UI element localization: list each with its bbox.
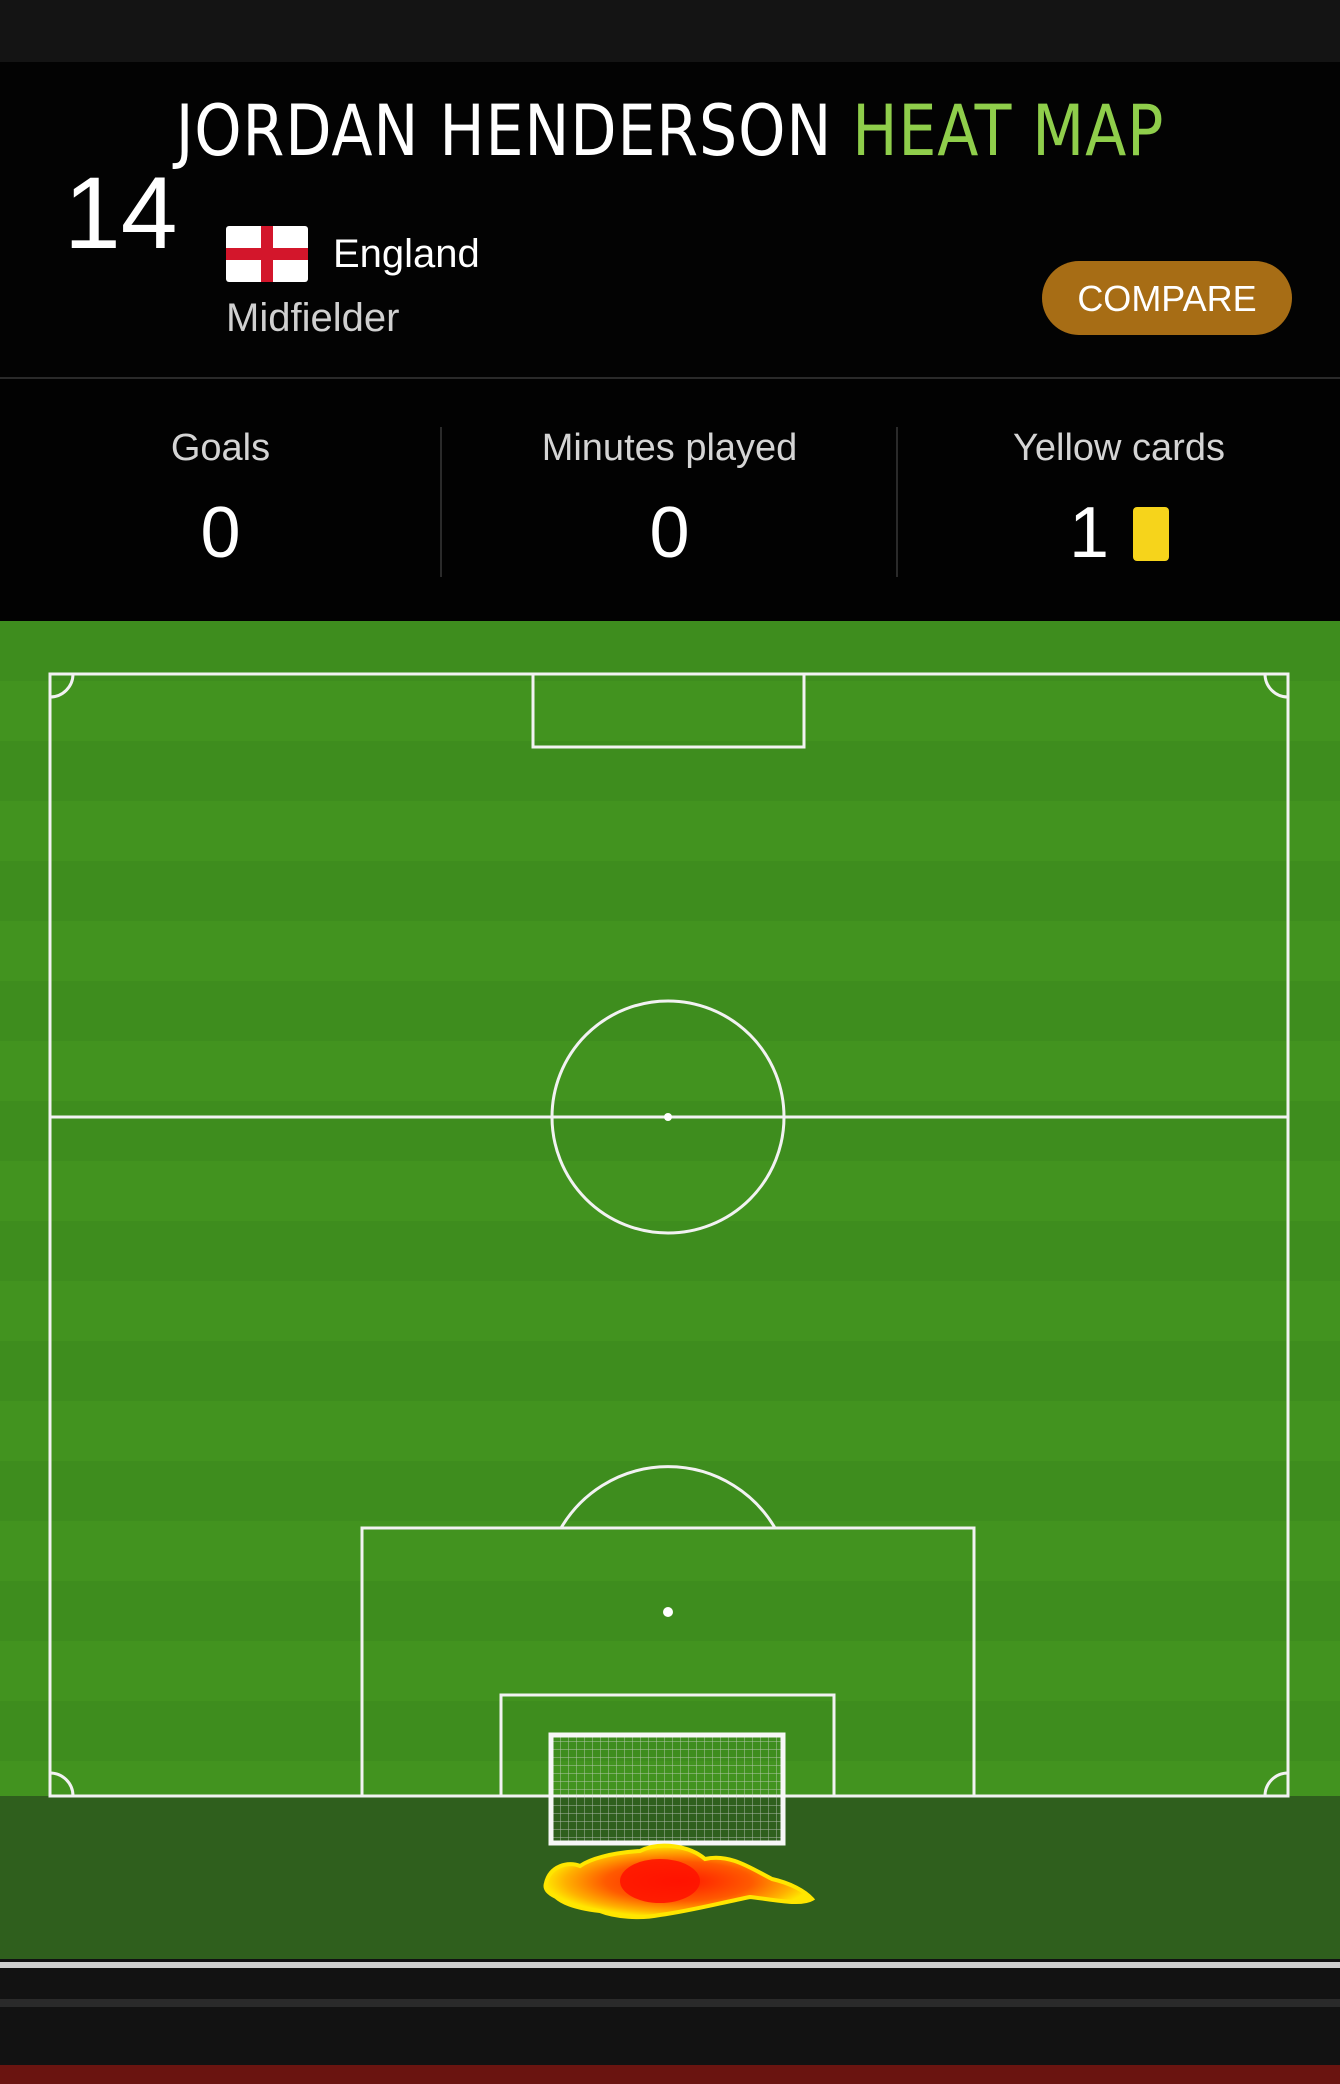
stat-label: Minutes played (541, 427, 798, 469)
england-flag-icon (226, 226, 308, 282)
stands-edge (0, 1962, 1340, 1968)
goal-net (551, 1735, 783, 1843)
penalty-spot (663, 1607, 673, 1617)
stands-rail (0, 1999, 1340, 2007)
country-name: England (333, 232, 480, 276)
status-bar (0, 0, 1340, 62)
stands-seats (0, 2065, 1340, 2084)
stat-value: 0 (200, 493, 241, 573)
stat-value: 1 (1068, 493, 1110, 573)
stat-goals: Goals 0 (0, 379, 441, 621)
stat-yellow-cards: Yellow cards 1 (898, 379, 1340, 621)
heat-map-pitch (0, 621, 1340, 2084)
stat-label: Yellow cards (1013, 427, 1225, 469)
stat-value: 0 (649, 493, 690, 573)
pitch-grass (0, 621, 1340, 1801)
stat-label: Goals (170, 427, 271, 469)
player-position: Midfielder (226, 296, 400, 340)
stats-row: Goals 0 Minutes played 0 Yellow cards 1 (0, 379, 1340, 621)
compare-button[interactable]: COMPARE (1042, 261, 1292, 335)
yellow-card-icon (1133, 507, 1170, 561)
page-title: JORDAN HENDERSON HEAT MAP (94, 90, 1246, 172)
jersey-number: 14 (64, 156, 178, 270)
center-spot (664, 1113, 672, 1121)
heat-map-title: HEAT MAP (852, 90, 1165, 172)
stat-value-row: 1 (898, 497, 1340, 569)
stat-minutes-played: Minutes played 0 (442, 379, 897, 621)
player-name-title: JORDAN HENDERSON (175, 90, 833, 172)
